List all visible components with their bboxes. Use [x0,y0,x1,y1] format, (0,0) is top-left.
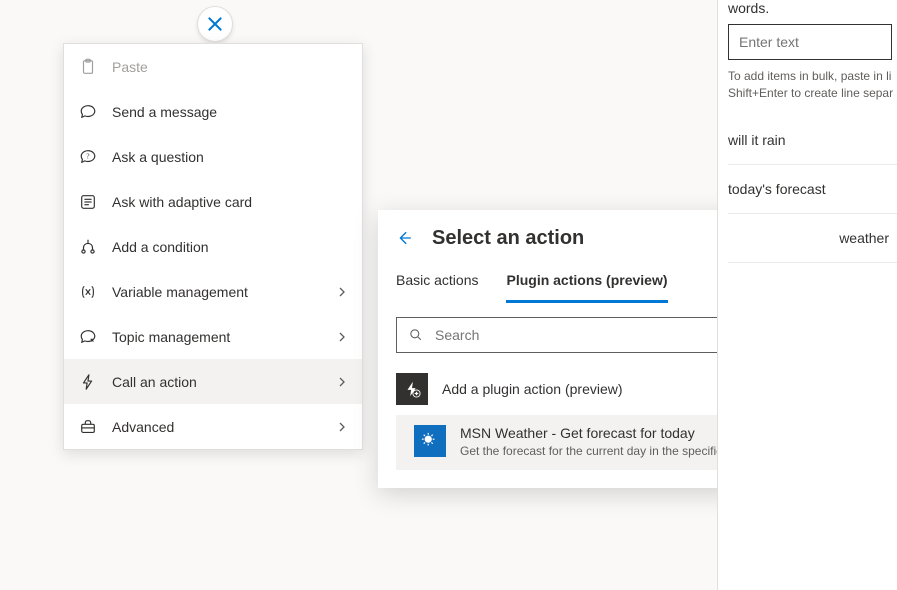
chevron-right-icon [336,331,348,343]
weather-tile-icon [414,425,446,457]
phrase-item[interactable]: weather [728,214,897,263]
plugin-tile-icon [396,373,428,405]
menu-item-label: Ask a question [112,149,348,165]
phrase-list: will it rain today's forecast weather [718,116,897,263]
helper-text: To add items in bulk, paste in li Shift+… [718,66,897,116]
menu-item-adaptive-card[interactable]: Ask with adaptive card [64,179,362,224]
lightning-icon [78,372,98,392]
phrase-item[interactable]: will it rain [728,116,897,165]
menu-item-advanced[interactable]: Advanced [64,404,362,449]
menu-item-add-condition[interactable]: Add a condition [64,224,362,269]
chevron-right-icon [336,376,348,388]
menu-item-ask-question[interactable]: ? Ask a question [64,134,362,179]
menu-item-label: Topic management [112,329,336,345]
trigger-phrases-panel: words. To add items in bulk, paste in li… [717,0,897,590]
close-node-button[interactable] [197,6,233,42]
context-menu: Paste Send a message ? Ask a question As… [63,43,363,450]
enter-text-input[interactable] [739,34,881,50]
menu-item-label: Add a condition [112,239,348,255]
menu-item-topic-management[interactable]: Topic management [64,314,362,359]
variable-icon [78,282,98,302]
back-button[interactable] [392,226,416,250]
menu-item-label: Paste [112,59,348,75]
panel-top-text: words. [718,0,897,22]
menu-item-label: Send a message [112,104,348,120]
search-icon [407,326,425,344]
menu-item-label: Advanced [112,419,336,435]
menu-item-label: Call an action [112,374,336,390]
chevron-right-icon [336,421,348,433]
arrow-left-icon [395,229,413,247]
condition-icon [78,237,98,257]
menu-item-label: Variable management [112,284,336,300]
enter-text-box[interactable] [728,24,892,60]
paste-icon [78,57,98,77]
tab-basic-actions[interactable]: Basic actions [396,260,478,303]
phrase-item[interactable]: today's forecast [728,165,897,214]
message-icon [78,102,98,122]
menu-item-variable-management[interactable]: Variable management [64,269,362,314]
tab-plugin-actions[interactable]: Plugin actions (preview) [506,260,667,303]
svg-text:?: ? [86,152,89,160]
menu-item-label: Ask with adaptive card [112,194,348,210]
toolbox-icon [78,417,98,437]
menu-item-send-message[interactable]: Send a message [64,89,362,134]
chevron-right-icon [336,286,348,298]
card-icon [78,192,98,212]
menu-item-paste[interactable]: Paste [64,44,362,89]
question-icon: ? [78,147,98,167]
menu-item-call-action[interactable]: Call an action [64,359,362,404]
close-icon [206,15,224,33]
topic-icon [78,327,98,347]
